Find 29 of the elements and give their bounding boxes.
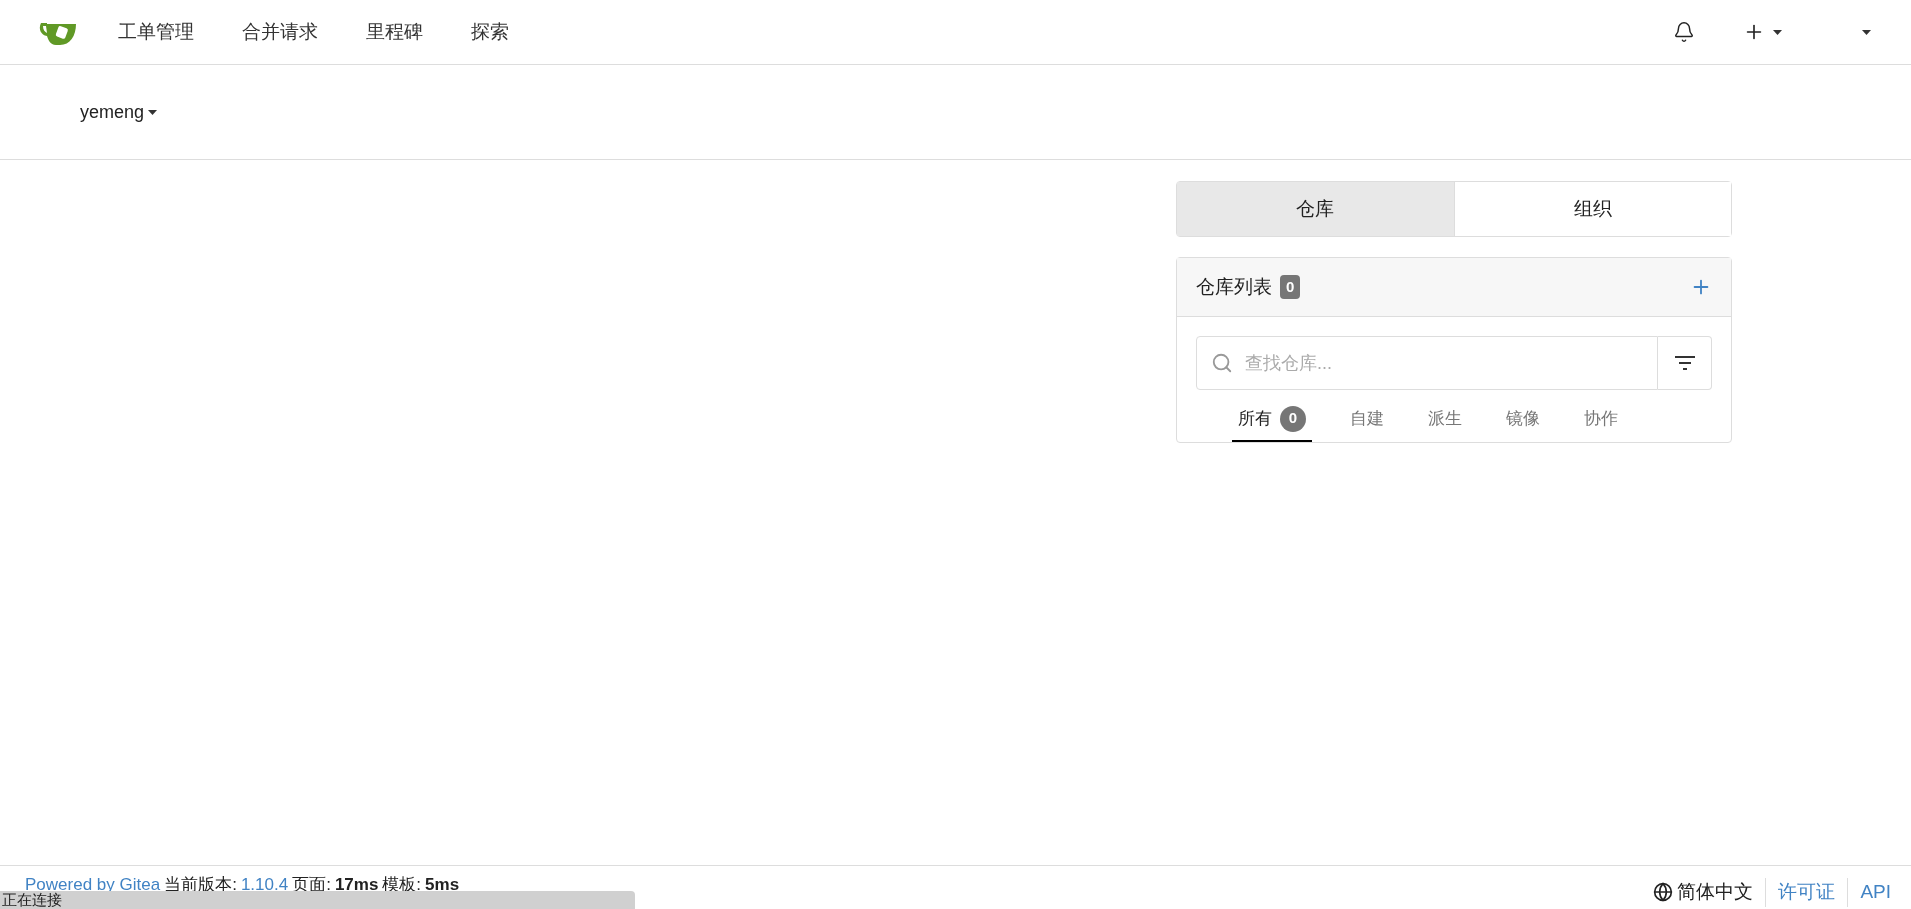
filter-tab[interactable]: 镜像	[1500, 402, 1546, 442]
nav-link[interactable]: 合并请求	[242, 17, 318, 47]
count-badge: 0	[1280, 274, 1301, 300]
switch-tab[interactable]: 仓库	[1177, 182, 1454, 236]
filter-icon	[1673, 355, 1696, 371]
search-icon	[1211, 352, 1233, 374]
search-field[interactable]: 查找仓库...	[1196, 336, 1658, 390]
nav-link[interactable]: 探索	[471, 17, 509, 47]
switch-tab[interactable]: 组织	[1453, 182, 1731, 236]
user-menu-button[interactable]	[1862, 29, 1871, 35]
filter-button[interactable]	[1658, 336, 1712, 390]
nav-link[interactable]: 里程碑	[366, 17, 423, 47]
caret-icon	[1773, 29, 1782, 35]
card-title: 仓库列表	[1196, 274, 1272, 299]
caret-icon	[148, 109, 158, 115]
bell-icon[interactable]	[1673, 21, 1695, 43]
context-switcher[interactable]: yemeng	[80, 98, 158, 126]
filter-tab[interactable]: 所有 0	[1232, 402, 1312, 442]
filter-tab[interactable]: 派生	[1422, 402, 1468, 442]
filter-tab[interactable]: 协作	[1578, 402, 1624, 442]
footer-link[interactable]: API	[1847, 878, 1891, 907]
status-toast: 正在连接	[0, 891, 635, 909]
caret-icon	[1862, 29, 1871, 35]
footer-link[interactable]: 许可证	[1765, 878, 1836, 907]
language-menu[interactable]: 简体中文	[1653, 878, 1754, 907]
globe-icon	[1653, 882, 1674, 903]
nav-link[interactable]: 工单管理	[118, 17, 194, 47]
filter-tab[interactable]: 自建	[1344, 402, 1390, 442]
search-input[interactable]: 查找仓库...	[1245, 349, 1657, 377]
